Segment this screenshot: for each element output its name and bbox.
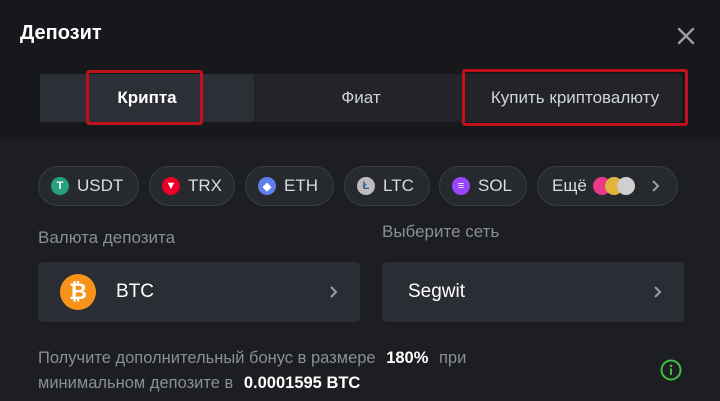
ltc-icon: Ł [357,177,375,195]
coin-quick-select: T USDT ▼ TRX ◆ ETH Ł LTC ≡ SOL Ещё [38,166,678,206]
info-icon[interactable] [660,359,682,381]
coin-chip-trx[interactable]: ▼ TRX [149,166,235,206]
coin-chip-label: ETH [284,176,318,195]
network-select[interactable]: Segwit [382,262,684,322]
bonus-info-text: Получите дополнительный бонус в размере … [38,346,638,396]
sol-icon: ≡ [452,177,470,195]
bonus-text-1: Получите дополнительный бонус в размере [38,349,376,367]
coin-chip-label: SOL [478,176,513,195]
coin-chip-label: LTC [383,176,414,195]
trx-icon: ▼ [162,177,180,195]
more-coins-icon [592,177,637,195]
btc-icon: ₿ [60,274,96,310]
deposit-currency-select[interactable]: ₿ BTC [38,262,360,322]
coin-chip-eth[interactable]: ◆ ETH [245,166,334,206]
bonus-text-2: при [439,349,467,367]
more-coins-label: Ещё [552,176,587,195]
bonus-amount: 0.0001595 BTC [243,374,361,392]
eth-icon: ◆ [258,177,276,195]
tab-fiat[interactable]: Фиат [254,74,468,122]
usdt-icon: T [51,177,69,195]
deposit-tabs: Крипта Фиат Купить криптовалюту [40,74,682,122]
deposit-currency-label: Валюта депозита [38,228,176,247]
coin-chip-ltc[interactable]: Ł LTC [344,166,430,206]
dialog-title: Депозит [20,22,102,44]
more-coins-button[interactable]: Ещё [537,166,678,206]
chevron-right-icon [654,286,662,298]
chevron-right-icon [330,286,338,298]
chevron-right-icon [652,180,660,192]
bonus-percent: 180% [386,349,429,367]
close-icon[interactable] [674,24,698,48]
coin-chip-usdt[interactable]: T USDT [38,166,139,206]
network-value: Segwit [408,281,466,302]
coin-chip-label: TRX [188,176,222,195]
tab-crypto[interactable]: Крипта [40,74,254,122]
bonus-text-3: минимальном депозите в [38,374,234,392]
network-label: Выберите сеть [382,222,500,241]
coin-chip-sol[interactable]: ≡ SOL [439,166,527,206]
dialog-header: Депозит Крипта Фиат Купить криптовалюту [0,0,720,140]
tab-buy-crypto[interactable]: Купить криптовалюту [468,74,682,122]
deposit-currency-value: BTC [116,281,154,302]
coin-chip-label: USDT [77,176,124,195]
